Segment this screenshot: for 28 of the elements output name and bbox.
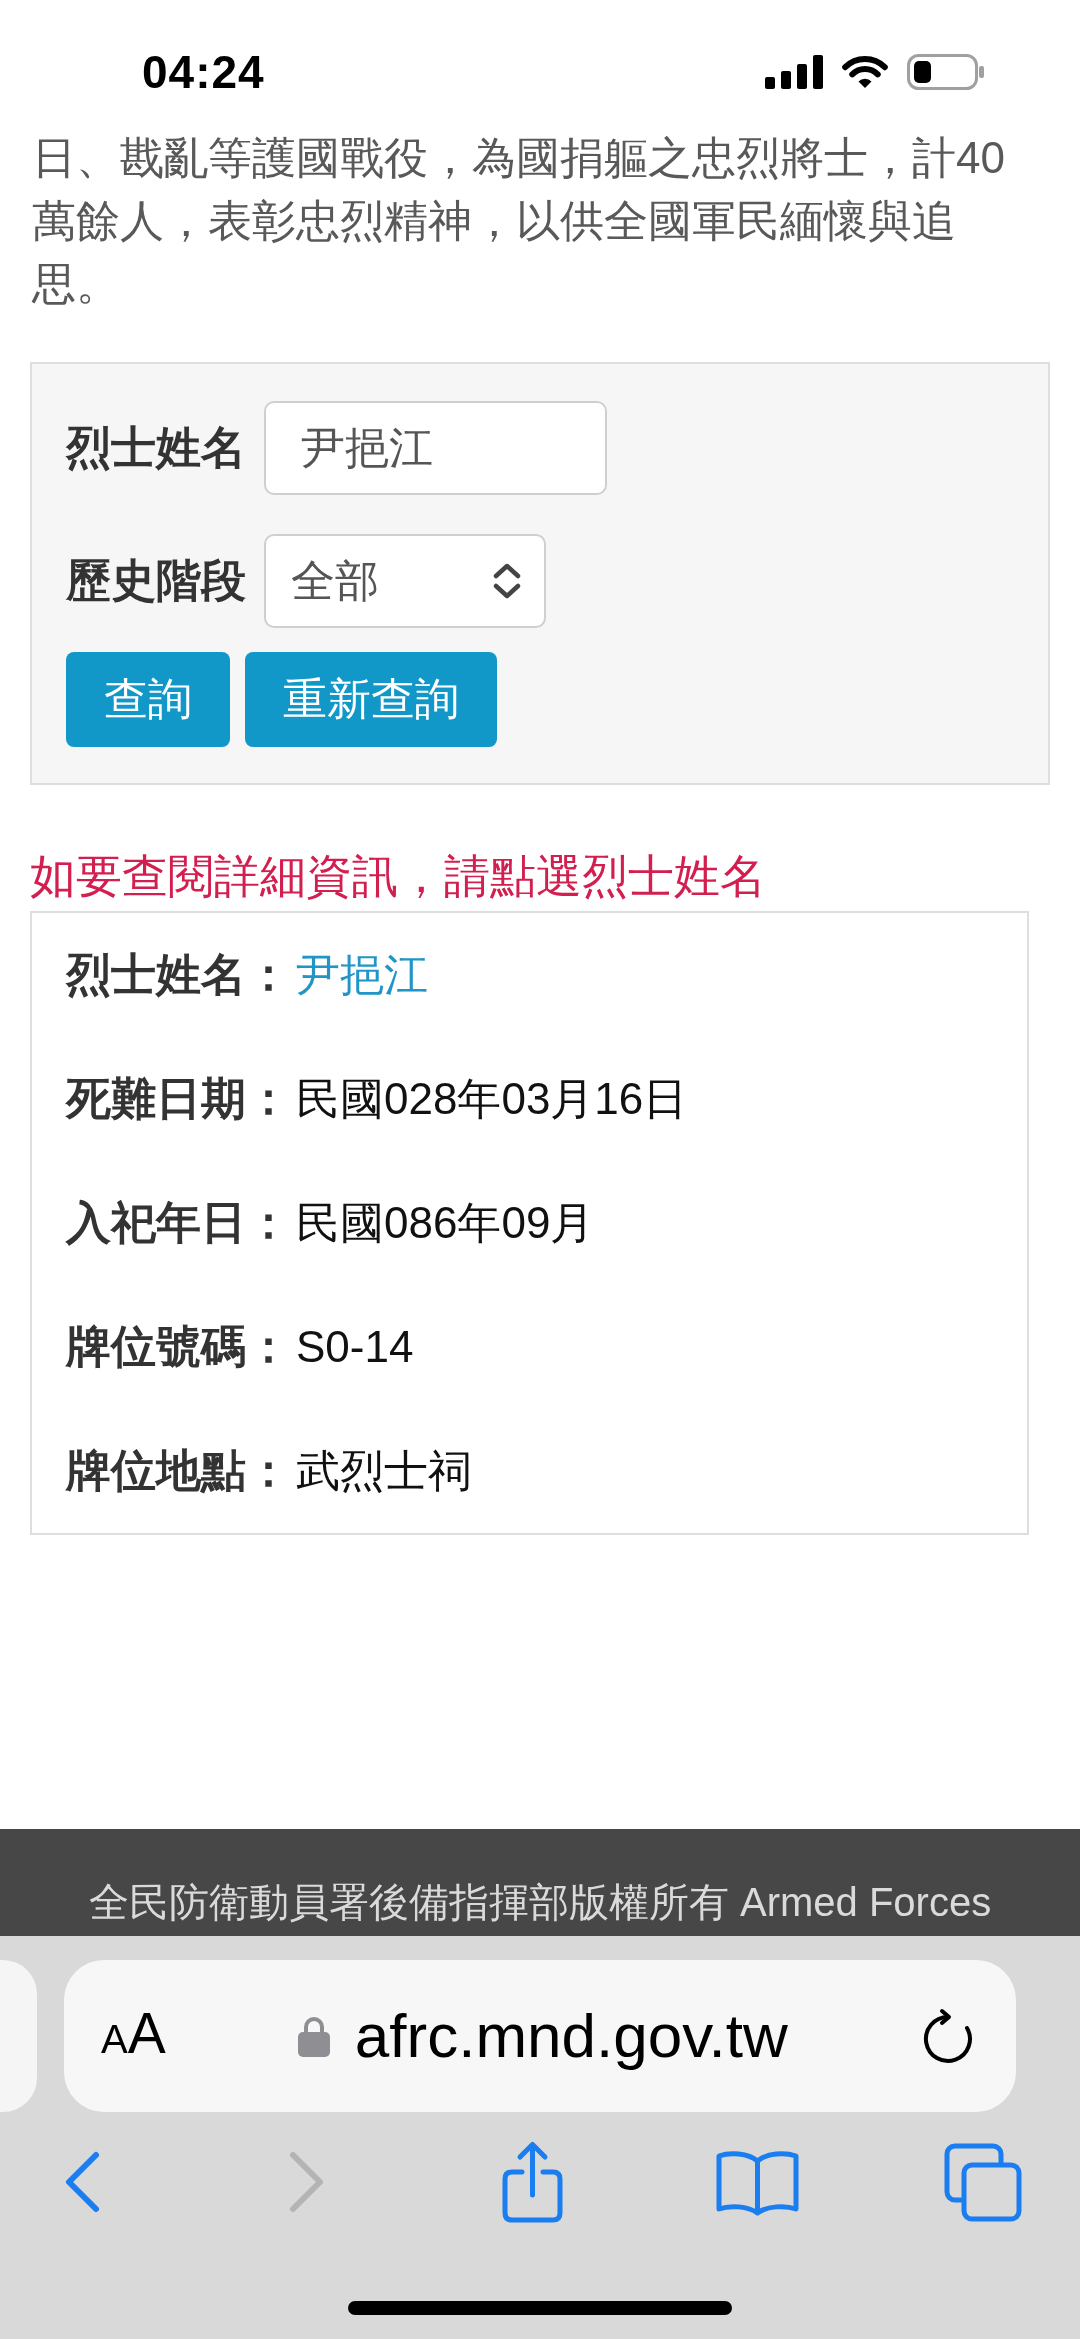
status-time: 04:24	[142, 48, 265, 96]
name-input[interactable]: 尹挹江	[264, 401, 607, 495]
signal-icon	[765, 55, 823, 89]
wifi-icon	[840, 54, 890, 90]
detail-label: 死難日期：	[66, 1072, 291, 1126]
field-label: 歷史階段	[66, 554, 247, 608]
notice-text: 如要查閱詳細資訊，請點選烈士姓名	[30, 849, 766, 904]
footer-text: 全民防衛動員署後備指揮部版權所有 Armed Forces	[88, 1879, 992, 1926]
detail-label: 牌位地點：	[66, 1444, 291, 1498]
lock-icon	[297, 2015, 330, 2057]
stage-select[interactable]: 全部	[264, 534, 546, 628]
field-label: 烈士姓名	[66, 421, 247, 475]
detail-value: S0-14	[296, 1322, 414, 1372]
detail-label: 入祀年日：	[66, 1196, 291, 1250]
back-icon[interactable]	[63, 2150, 101, 2214]
detail-value: 民國086年09月	[296, 1196, 595, 1249]
detail-label: 牌位號碼：	[66, 1320, 291, 1374]
detail-label: 烈士姓名：	[66, 948, 291, 1002]
detail-value: 民國028年03月16日	[296, 1072, 688, 1125]
detail-value: 武烈士祠	[296, 1444, 472, 1497]
address-bar[interactable]: AA afrc.mnd.gov.tw	[64, 1960, 1016, 2112]
intro-paragraph: 日、戡亂等護國戰役，為國捐軀之忠烈將士，計40萬餘人，表彰忠烈精神，以供全國軍民緬懷與追思。	[32, 132, 1006, 310]
tabs-icon[interactable]	[943, 2142, 1023, 2222]
share-icon[interactable]	[500, 2140, 565, 2224]
url-text: afrc.mnd.gov.tw	[354, 2001, 788, 2071]
text-size-button[interactable]: AA	[101, 2003, 166, 2069]
battery-icon	[907, 54, 985, 90]
chevron-up-down-icon	[492, 561, 522, 601]
